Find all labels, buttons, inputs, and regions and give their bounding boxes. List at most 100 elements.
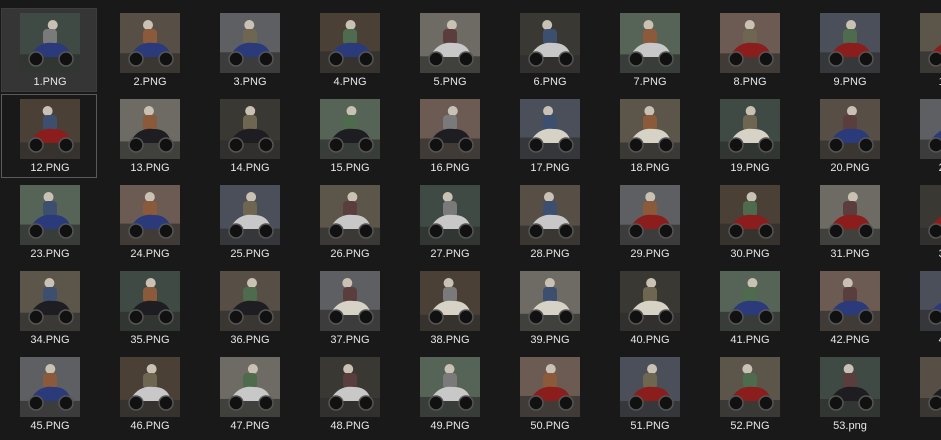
file-item[interactable]: 48.PNG <box>301 352 397 436</box>
file-name: 8.PNG <box>733 76 767 88</box>
file-item[interactable]: 19.PNG <box>701 94 797 178</box>
file-item[interactable]: 29.PNG <box>601 180 697 264</box>
file-item[interactable]: 23.PNG <box>1 180 97 264</box>
motorbike-photo <box>520 99 580 159</box>
file-item[interactable]: 46.PNG <box>101 352 197 436</box>
thumbnail-image <box>420 13 480 73</box>
thumbnail-image <box>820 357 880 417</box>
file-item[interactable]: 2.PNG <box>101 8 197 92</box>
motorbike-photo <box>420 99 480 159</box>
motorbike-photo <box>320 99 380 159</box>
thumbnail-image <box>820 99 880 159</box>
file-item[interactable]: 6.PNG <box>501 8 597 92</box>
file-item[interactable]: 38.PNG <box>401 266 497 350</box>
thumbnail-image <box>520 13 580 73</box>
file-name: 6.PNG <box>533 76 567 88</box>
file-item[interactable]: 1.PNG <box>1 8 97 92</box>
file-item[interactable]: 12.PNG <box>1 94 97 178</box>
motorbike-photo <box>720 13 780 73</box>
file-item[interactable]: 13.PNG <box>101 94 197 178</box>
file-item[interactable]: 37.PNG <box>301 266 397 350</box>
file-name: 36.PNG <box>230 334 270 346</box>
file-item[interactable]: 25.PNG <box>201 180 297 264</box>
thumbnail-image <box>420 357 480 417</box>
file-item[interactable]: 3.PNG <box>201 8 297 92</box>
thumbnail-image <box>120 185 180 245</box>
motorbike-photo <box>320 357 380 417</box>
file-item[interactable]: 30.PNG <box>701 180 797 264</box>
file-item[interactable]: 24.PNG <box>101 180 197 264</box>
file-item[interactable]: 10.P <box>901 8 941 92</box>
file-name: 9.PNG <box>833 76 867 88</box>
file-item[interactable]: 40.PNG <box>601 266 697 350</box>
motorbike-photo <box>820 357 880 417</box>
file-item[interactable]: 39.PNG <box>501 266 597 350</box>
thumbnail-image <box>120 13 180 73</box>
thumbnail-image <box>520 185 580 245</box>
file-item[interactable]: 5.PNG <box>401 8 497 92</box>
motorbike-photo <box>20 99 80 159</box>
file-item[interactable]: 42.PNG <box>801 266 897 350</box>
file-item[interactable]: 17.PNG <box>501 94 597 178</box>
thumbnail-image <box>20 99 80 159</box>
thumbnail-image <box>620 357 680 417</box>
thumbnail-image <box>820 185 880 245</box>
file-item[interactable]: 7.PNG <box>601 8 697 92</box>
file-item[interactable]: 52.PNG <box>701 352 797 436</box>
file-item[interactable]: 47.PNG <box>201 352 297 436</box>
file-item[interactable]: 15.PNG <box>301 94 397 178</box>
thumbnail-image <box>620 271 680 331</box>
motorbike-photo <box>720 271 780 331</box>
file-name: 39.PNG <box>530 334 570 346</box>
motorbike-photo <box>320 271 380 331</box>
thumbnail-image <box>320 185 380 245</box>
thumbnail-image <box>920 271 941 331</box>
file-item[interactable]: 51.PNG <box>601 352 697 436</box>
file-name: 46.PNG <box>130 420 170 432</box>
file-name: 37.PNG <box>330 334 370 346</box>
thumbnail-image <box>120 99 180 159</box>
file-name: 24.PNG <box>130 248 170 260</box>
file-name: 3.PNG <box>233 76 267 88</box>
file-item[interactable]: 54. <box>901 352 941 436</box>
thumbnail-image <box>820 271 880 331</box>
file-item[interactable]: 32.P <box>901 180 941 264</box>
file-item[interactable]: 49.PNG <box>401 352 497 436</box>
file-name: 48.PNG <box>330 420 370 432</box>
file-item[interactable]: 16.PNG <box>401 94 497 178</box>
file-item[interactable]: 53.png <box>801 352 897 436</box>
thumbnail-image <box>720 185 780 245</box>
file-name: 17.PNG <box>530 162 570 174</box>
file-item[interactable]: 41.PNG <box>701 266 797 350</box>
file-item[interactable]: 20.PNG <box>801 94 897 178</box>
motorbike-photo <box>720 99 780 159</box>
file-name: 31.PNG <box>830 248 870 260</box>
file-name: 30.PNG <box>730 248 770 260</box>
file-item[interactable]: 43.P <box>901 266 941 350</box>
motorbike-photo <box>220 99 280 159</box>
file-name: 40.PNG <box>630 334 670 346</box>
file-item[interactable]: 8.PNG <box>701 8 797 92</box>
thumbnail-image <box>420 185 480 245</box>
motorbike-photo <box>220 13 280 73</box>
file-item[interactable]: 21.P <box>901 94 941 178</box>
file-item[interactable]: 50.PNG <box>501 352 597 436</box>
file-item[interactable]: 34.PNG <box>1 266 97 350</box>
file-item[interactable]: 14.PNG <box>201 94 297 178</box>
motorbike-photo <box>720 185 780 245</box>
file-name: 12.PNG <box>30 162 70 174</box>
file-item[interactable]: 35.PNG <box>101 266 197 350</box>
file-item[interactable]: 28.PNG <box>501 180 597 264</box>
file-item[interactable]: 31.PNG <box>801 180 897 264</box>
file-item[interactable]: 4.PNG <box>301 8 397 92</box>
motorbike-photo <box>120 185 180 245</box>
file-item[interactable]: 27.PNG <box>401 180 497 264</box>
file-item[interactable]: 36.PNG <box>201 266 297 350</box>
file-name: 18.PNG <box>630 162 670 174</box>
file-name: 35.PNG <box>130 334 170 346</box>
file-item[interactable]: 45.PNG <box>1 352 97 436</box>
file-item[interactable]: 18.PNG <box>601 94 697 178</box>
file-item[interactable]: 9.PNG <box>801 8 897 92</box>
file-item[interactable]: 26.PNG <box>301 180 397 264</box>
file-name: 47.PNG <box>230 420 270 432</box>
